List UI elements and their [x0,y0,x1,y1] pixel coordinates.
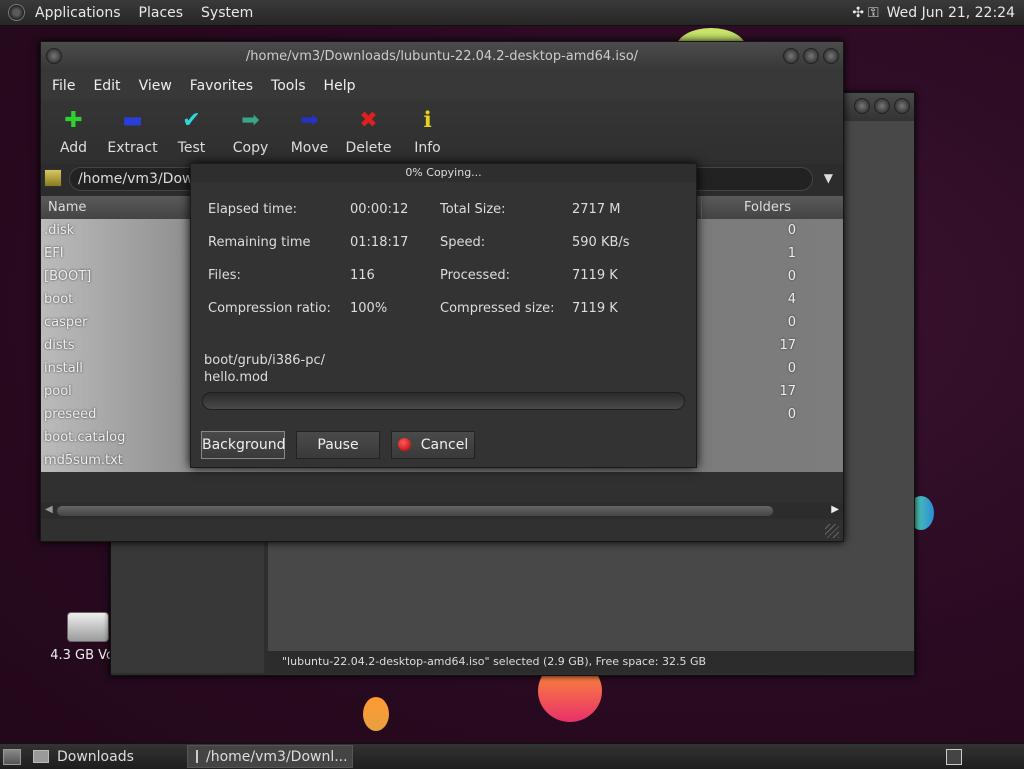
files-label: Files: [208,268,241,283]
ratio-value: 100% [350,301,388,316]
plus-icon: ✚ [64,108,83,133]
delete-x-icon: ✖ [359,108,378,133]
extract-button[interactable]: ▬ Extract [103,100,162,164]
background-button[interactable]: Background [201,431,286,459]
taskbar-item-archiver[interactable]: /home/vm3/Downl... [187,745,353,768]
minimize-button[interactable] [854,98,870,114]
menu-help[interactable]: Help [315,78,365,94]
elapsed-label: Elapsed time: [208,202,297,217]
current-file-dir: boot/grub/i386-pc/ [204,353,325,368]
menu-edit[interactable]: Edit [84,78,129,94]
window-menu-button[interactable] [46,48,62,64]
top-panel: Applications Places System ✣ ⚿ Wed Jun 2… [0,0,1024,26]
taskbar-item-downloads[interactable]: Downloads [25,745,187,768]
delete-button[interactable]: ✖ Delete [339,100,398,164]
progress-bar [202,392,685,410]
notes-icon[interactable] [946,748,962,765]
clock[interactable]: Wed Jun 21, 22:24 [879,5,1020,21]
scrollbar-thumb[interactable] [57,506,773,516]
compressed-size-value: 7119 K [572,301,618,316]
up-folder-icon[interactable] [44,169,62,187]
window-title: /home/vm3/Downloads/lubuntu-22.04.2-desk… [245,49,639,64]
menubar: File Edit View Favorites Tools Help [41,72,843,100]
current-file-name: hello.mod [204,370,269,385]
info-icon: ℹ [423,108,432,133]
info-button[interactable]: ℹ Info [398,100,457,164]
close-button[interactable] [823,48,839,64]
ratio-label: Compression ratio: [208,301,331,316]
maximize-button[interactable] [874,98,890,114]
minimize-button[interactable] [783,48,799,64]
network-icon[interactable]: ✣ [852,5,864,21]
speed-label: Speed: [440,235,486,250]
chevron-down-icon[interactable]: ▼ [824,171,833,185]
menu-applications[interactable]: Applications [26,5,130,21]
processed-label: Processed: [440,268,510,283]
minus-icon: ▬ [122,108,143,133]
column-name[interactable]: Name [48,196,86,219]
cancel-button[interactable]: Cancel [391,431,475,459]
compressed-size-label: Compressed size: [440,301,555,316]
elapsed-value: 00:00:12 [350,202,409,217]
check-icon: ✔ [182,108,201,133]
menu-places[interactable]: Places [130,5,193,21]
scroll-right-icon[interactable]: ▶ [831,504,839,515]
total-size-label: Total Size: [440,202,506,217]
copy-arrow-icon: ➡ [241,108,260,133]
remaining-value: 01:18:17 [350,235,409,250]
folder-icon [33,750,49,763]
move-button[interactable]: ➡ Move [280,100,339,164]
pause-button[interactable]: Pause [296,431,380,459]
copy-button[interactable]: ➡ Copy [221,100,280,164]
hard-drive-icon [67,612,109,642]
copy-progress-dialog: 0% Copying... Elapsed time: 00:00:12 Tot… [190,163,697,468]
archiver-titlebar[interactable]: /home/vm3/Downloads/lubuntu-22.04.2-desk… [41,42,843,72]
files-value: 116 [350,268,375,283]
cancel-label: Cancel [420,437,469,453]
close-button[interactable] [894,98,910,114]
toolbar: ✚ Add ▬ Extract ✔ Test ➡ Copy ➡ Move ✖ D… [41,100,843,164]
show-desktop-icon[interactable] [3,748,21,765]
test-button[interactable]: ✔ Test [162,100,221,164]
cancel-icon [397,438,411,451]
file-manager-statusbar: "lubuntu-22.04.2-desktop-amd64.iso" sele… [268,651,914,673]
archiver-icon [196,750,198,763]
distro-logo-icon[interactable] [8,4,25,21]
column-folders[interactable]: Folders [701,196,801,219]
menu-system[interactable]: System [192,5,262,21]
scroll-left-icon[interactable]: ◀ [45,504,53,515]
decor-circle [363,697,389,731]
add-button[interactable]: ✚ Add [44,100,103,164]
menu-favorites[interactable]: Favorites [181,78,262,94]
speed-value: 590 KB/s [572,235,630,250]
key-icon[interactable]: ⚿ [868,5,879,21]
menu-view[interactable]: View [130,78,181,94]
total-size-value: 2717 M [572,202,621,217]
horizontal-scrollbar[interactable]: ◀ ▶ [41,503,843,519]
maximize-button[interactable] [803,48,819,64]
remaining-label: Remaining time [208,235,311,250]
menu-tools[interactable]: Tools [262,78,315,94]
move-arrow-icon: ➡ [300,108,319,133]
dialog-title: 0% Copying... [191,164,696,182]
current-file: boot/grub/i386-pc/ hello.mod [204,352,504,386]
system-tray: ✣ ⚿ Wed Jun 21, 22:24 [852,5,1024,21]
processed-value: 7119 K [572,268,618,283]
bottom-panel: Downloads /home/vm3/Downl... [0,743,1024,769]
resize-grip[interactable] [825,524,839,538]
menu-file[interactable]: File [43,78,84,94]
